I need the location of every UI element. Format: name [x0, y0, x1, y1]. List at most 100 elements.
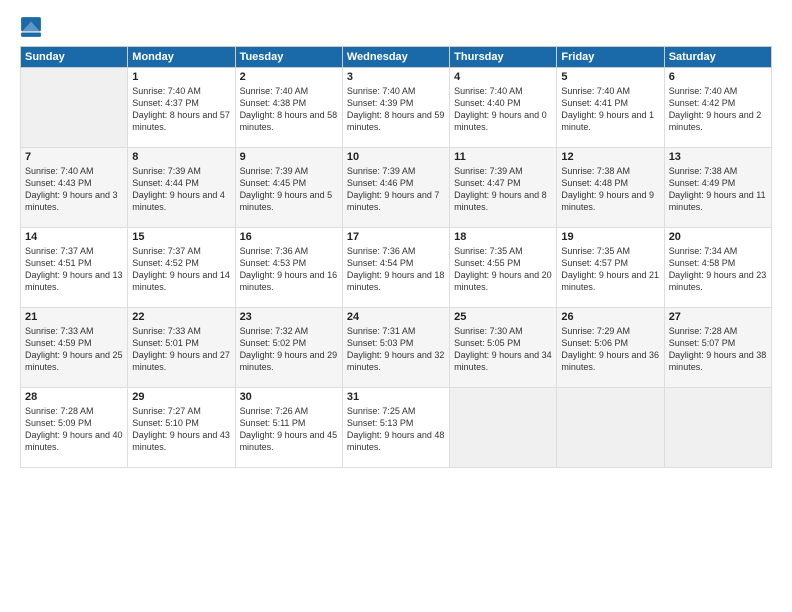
- day-number: 15: [132, 231, 230, 243]
- cell-info: Sunrise: 7:38 AMSunset: 4:49 PMDaylight:…: [669, 165, 767, 214]
- calendar-cell: 10 Sunrise: 7:39 AMSunset: 4:46 PMDayligh…: [342, 148, 449, 228]
- week-row-0: 1Sunrise: 7:40 AMSunset: 4:37 PMDaylight…: [21, 68, 772, 148]
- cell-info: Sunrise: 7:26 AMSunset: 5:11 PMDaylight:…: [240, 405, 338, 454]
- header-row: SundayMondayTuesdayWednesdayThursdayFrid…: [21, 47, 772, 68]
- day-number: 17: [347, 231, 445, 243]
- calendar-cell: [21, 68, 128, 148]
- cell-info: Sunrise: 7:32 AMSunset: 5:02 PMDaylight:…: [240, 325, 338, 374]
- day-number: 9: [240, 151, 338, 163]
- week-row-2: 14Sunrise: 7:37 AMSunset: 4:51 PMDayligh…: [21, 228, 772, 308]
- day-number: 10: [347, 151, 445, 163]
- day-number: 16: [240, 231, 338, 243]
- calendar-cell: 30Sunrise: 7:26 AMSunset: 5:11 PMDayligh…: [235, 388, 342, 468]
- day-number: 5: [561, 71, 659, 83]
- calendar-cell: 21 Sunrise: 7:33 AMSunset: 4:59 PMDayligh…: [21, 308, 128, 388]
- calendar-cell: 15 Sunrise: 7:37 AMSunset: 4:52 PMDayligh…: [128, 228, 235, 308]
- calendar-cell: 19 Sunrise: 7:35 AMSunset: 4:57 PMDayligh…: [557, 228, 664, 308]
- calendar-cell: 17 Sunrise: 7:36 AMSunset: 4:54 PMDayligh…: [342, 228, 449, 308]
- cell-info: Sunrise: 7:30 AMSunset: 5:05 PMDaylight:…: [454, 325, 552, 374]
- day-number: 26: [561, 311, 659, 323]
- day-number: 6: [669, 71, 767, 83]
- calendar-cell: 14Sunrise: 7:37 AMSunset: 4:51 PMDayligh…: [21, 228, 128, 308]
- cell-info: Sunrise: 7:40 AMSunset: 4:39 PMDaylight:…: [347, 85, 445, 134]
- calendar-cell: 8 Sunrise: 7:39 AMSunset: 4:44 PMDaylight…: [128, 148, 235, 228]
- header-cell-friday: Friday: [557, 47, 664, 68]
- day-number: 31: [347, 391, 445, 403]
- calendar-cell: 23 Sunrise: 7:32 AMSunset: 5:02 PMDayligh…: [235, 308, 342, 388]
- day-number: 22: [132, 311, 230, 323]
- day-number: 8: [132, 151, 230, 163]
- calendar-cell: 28 Sunrise: 7:28 AMSunset: 5:09 PMDayligh…: [21, 388, 128, 468]
- calendar-cell: 25 Sunrise: 7:30 AMSunset: 5:05 PMDayligh…: [450, 308, 557, 388]
- cell-info: Sunrise: 7:33 AMSunset: 4:59 PMDaylight:…: [25, 325, 123, 374]
- cell-info: Sunrise: 7:27 AMSunset: 5:10 PMDaylight:…: [132, 405, 230, 454]
- logo-icon: [20, 16, 42, 38]
- day-number: 3: [347, 71, 445, 83]
- cell-info: Sunrise: 7:31 AMSunset: 5:03 PMDaylight:…: [347, 325, 445, 374]
- cell-info: Sunrise: 7:39 AMSunset: 4:46 PMDaylight:…: [347, 165, 445, 214]
- day-number: 18: [454, 231, 552, 243]
- header-cell-saturday: Saturday: [664, 47, 771, 68]
- cell-info: Sunrise: 7:39 AMSunset: 4:45 PMDaylight:…: [240, 165, 338, 214]
- calendar-cell: 4Sunrise: 7:40 AMSunset: 4:40 PMDaylight…: [450, 68, 557, 148]
- cell-info: Sunrise: 7:40 AMSunset: 4:41 PMDaylight:…: [561, 85, 659, 134]
- day-number: 28: [25, 391, 123, 403]
- day-number: 19: [561, 231, 659, 243]
- cell-info: Sunrise: 7:36 AMSunset: 4:54 PMDaylight:…: [347, 245, 445, 294]
- day-number: 11: [454, 151, 552, 163]
- calendar-cell: 26Sunrise: 7:29 AMSunset: 5:06 PMDayligh…: [557, 308, 664, 388]
- header-cell-wednesday: Wednesday: [342, 47, 449, 68]
- calendar-table: SundayMondayTuesdayWednesdayThursdayFrid…: [20, 46, 772, 468]
- calendar-cell: [450, 388, 557, 468]
- day-number: 21: [25, 311, 123, 323]
- cell-info: Sunrise: 7:40 AMSunset: 4:40 PMDaylight:…: [454, 85, 552, 134]
- cell-info: Sunrise: 7:40 AMSunset: 4:38 PMDaylight:…: [240, 85, 338, 134]
- header: [20, 16, 772, 38]
- calendar-cell: 22Sunrise: 7:33 AMSunset: 5:01 PMDayligh…: [128, 308, 235, 388]
- cell-info: Sunrise: 7:39 AMSunset: 4:47 PMDaylight:…: [454, 165, 552, 214]
- day-number: 24: [347, 311, 445, 323]
- calendar-cell: 3 Sunrise: 7:40 AMSunset: 4:39 PMDaylight…: [342, 68, 449, 148]
- calendar-cell: 27Sunrise: 7:28 AMSunset: 5:07 PMDayligh…: [664, 308, 771, 388]
- day-number: 25: [454, 311, 552, 323]
- cell-info: Sunrise: 7:38 AMSunset: 4:48 PMDaylight:…: [561, 165, 659, 214]
- logo-area: [20, 16, 50, 38]
- day-number: 20: [669, 231, 767, 243]
- calendar-cell: 12 Sunrise: 7:38 AMSunset: 4:48 PMDayligh…: [557, 148, 664, 228]
- header-cell-sunday: Sunday: [21, 47, 128, 68]
- day-number: 29: [132, 391, 230, 403]
- calendar-cell: 20Sunrise: 7:34 AMSunset: 4:58 PMDayligh…: [664, 228, 771, 308]
- calendar-cell: 5 Sunrise: 7:40 AMSunset: 4:41 PMDaylight…: [557, 68, 664, 148]
- cell-info: Sunrise: 7:37 AMSunset: 4:51 PMDaylight:…: [25, 245, 123, 294]
- header-cell-monday: Monday: [128, 47, 235, 68]
- day-number: 2: [240, 71, 338, 83]
- cell-info: Sunrise: 7:37 AMSunset: 4:52 PMDaylight:…: [132, 245, 230, 294]
- logo: [20, 16, 50, 38]
- cell-info: Sunrise: 7:39 AMSunset: 4:44 PMDaylight:…: [132, 165, 230, 214]
- calendar-cell: 13Sunrise: 7:38 AMSunset: 4:49 PMDayligh…: [664, 148, 771, 228]
- calendar-cell: 6Sunrise: 7:40 AMSunset: 4:42 PMDaylight…: [664, 68, 771, 148]
- day-number: 12: [561, 151, 659, 163]
- calendar-cell: 2 Sunrise: 7:40 AMSunset: 4:38 PMDaylight…: [235, 68, 342, 148]
- calendar-header: SundayMondayTuesdayWednesdayThursdayFrid…: [21, 47, 772, 68]
- cell-info: Sunrise: 7:40 AMSunset: 4:37 PMDaylight:…: [132, 85, 230, 134]
- cell-info: Sunrise: 7:36 AMSunset: 4:53 PMDaylight:…: [240, 245, 338, 294]
- calendar-body: 1Sunrise: 7:40 AMSunset: 4:37 PMDaylight…: [21, 68, 772, 468]
- day-number: 27: [669, 311, 767, 323]
- calendar-cell: 31 Sunrise: 7:25 AMSunset: 5:13 PMDayligh…: [342, 388, 449, 468]
- day-number: 23: [240, 311, 338, 323]
- calendar-cell: 18Sunrise: 7:35 AMSunset: 4:55 PMDayligh…: [450, 228, 557, 308]
- calendar-cell: 1Sunrise: 7:40 AMSunset: 4:37 PMDaylight…: [128, 68, 235, 148]
- cell-info: Sunrise: 7:40 AMSunset: 4:43 PMDaylight:…: [25, 165, 123, 214]
- calendar-cell: [664, 388, 771, 468]
- header-cell-tuesday: Tuesday: [235, 47, 342, 68]
- week-row-3: 21 Sunrise: 7:33 AMSunset: 4:59 PMDayligh…: [21, 308, 772, 388]
- page: SundayMondayTuesdayWednesdayThursdayFrid…: [0, 0, 792, 612]
- cell-info: Sunrise: 7:35 AMSunset: 4:57 PMDaylight:…: [561, 245, 659, 294]
- cell-info: Sunrise: 7:25 AMSunset: 5:13 PMDaylight:…: [347, 405, 445, 454]
- calendar-cell: 11 Sunrise: 7:39 AMSunset: 4:47 PMDayligh…: [450, 148, 557, 228]
- week-row-1: 7Sunrise: 7:40 AMSunset: 4:43 PMDaylight…: [21, 148, 772, 228]
- calendar-cell: 24 Sunrise: 7:31 AMSunset: 5:03 PMDayligh…: [342, 308, 449, 388]
- cell-info: Sunrise: 7:28 AMSunset: 5:09 PMDaylight:…: [25, 405, 123, 454]
- week-row-4: 28 Sunrise: 7:28 AMSunset: 5:09 PMDayligh…: [21, 388, 772, 468]
